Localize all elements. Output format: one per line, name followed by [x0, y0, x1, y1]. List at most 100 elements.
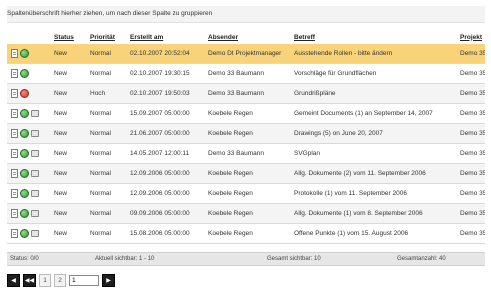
cell-priority: Normal: [87, 203, 127, 224]
cell-created: 12.09.2006 05:00:00: [127, 183, 205, 204]
row-icons-cell: [7, 203, 51, 224]
message-grid: Status Priorität Erstellt am Absender Be…: [7, 30, 485, 244]
grid-body: New Normal 02.10.2007 20:52:04 Demo Dt Proj…: [7, 44, 485, 244]
pager: ◀ ◀◀ 1 2 ▶: [7, 273, 115, 287]
ok-status-icon: [20, 229, 29, 238]
cell-project: Demo 35: [457, 143, 485, 164]
cell-created: 14.05.2007 12:00:11: [127, 143, 205, 164]
table-row[interactable]: New Normal 12.09.2006 05:00:00 Koebele Rege…: [7, 163, 485, 184]
row-icons-cell: [7, 63, 51, 84]
table-row[interactable]: New Normal 02.10.2007 19:30:15 Demo 33 Baum…: [7, 63, 485, 84]
cell-subject: Offene Punkte (1) vom 15. August 2006: [291, 223, 457, 244]
table-row[interactable]: New Normal 12.09.2006 05:00:00 Koebele Rege…: [7, 183, 485, 204]
column-header-created[interactable]: Erstellt am: [127, 30, 205, 44]
cell-created: 09.09.2006 05:00:00: [127, 203, 205, 224]
cell-sender: Koebele Regen: [205, 183, 291, 204]
cell-sender: Koebele Regen: [205, 163, 291, 184]
table-row[interactable]: New Normal 02.10.2007 20:52:04 Demo Dt Proj…: [7, 44, 485, 64]
cell-priority: Normal: [87, 103, 127, 124]
row-icons-cell: [7, 223, 51, 244]
page-jump-input[interactable]: [69, 274, 99, 286]
document-icon[interactable]: [11, 89, 18, 98]
cell-status: New: [51, 44, 87, 64]
cell-priority: Normal: [87, 223, 127, 244]
table-row[interactable]: New Normal 14.05.2007 12:00:11 Demo 33 Baum…: [7, 143, 485, 164]
next-page-button[interactable]: ▶: [102, 273, 115, 287]
column-header-subject[interactable]: Betreff: [291, 30, 457, 44]
cell-priority: Normal: [87, 44, 127, 64]
document-icon[interactable]: [11, 169, 18, 178]
cell-created: 02.10.2007 19:30:15: [127, 63, 205, 84]
table-row[interactable]: New Hoch 02.10.2007 19:50:03 Demo 33 Bauman…: [7, 83, 485, 104]
document-icon[interactable]: [11, 209, 18, 218]
previous-page-button[interactable]: ◀◀: [23, 273, 36, 287]
attachment-icon[interactable]: [31, 190, 39, 197]
cell-created: 12.09.2006 05:00:00: [127, 163, 205, 184]
cell-sender: Koebele Regen: [205, 103, 291, 124]
attachment-icon[interactable]: [31, 230, 39, 237]
document-icon[interactable]: [11, 189, 18, 198]
cell-priority: Hoch: [87, 83, 127, 104]
cell-created: 15.09.2007 05:00:00: [127, 103, 205, 124]
ok-status-icon: [20, 69, 29, 78]
first-page-button[interactable]: ◀: [7, 273, 20, 287]
cell-status: New: [51, 63, 87, 84]
row-icons-cell: [7, 83, 51, 104]
cell-subject: Allg. Dokumente (1) vom 8. September 200…: [291, 203, 457, 224]
attachment-icon[interactable]: [31, 210, 39, 217]
cell-project: Demo 35: [457, 63, 485, 84]
page-number-1[interactable]: 1: [39, 273, 51, 287]
document-icon[interactable]: [11, 129, 18, 138]
header-row: Status Priorität Erstellt am Absender Be…: [7, 30, 485, 44]
table-row[interactable]: New Normal 09.09.2006 05:00:00 Koebele Rege…: [7, 203, 485, 224]
document-icon[interactable]: [11, 49, 18, 58]
column-header-status[interactable]: Status: [51, 30, 87, 44]
column-header-project[interactable]: Projekt: [457, 30, 485, 44]
visible-total: Gesamt sichtbar: 10: [267, 256, 321, 262]
group-hint-text: Spaltenüberschrift hierher ziehen, um na…: [7, 10, 213, 17]
cell-created: 21.06.2007 05:00:00: [127, 123, 205, 144]
group-by-drop-area[interactable]: Spaltenüberschrift hierher ziehen, um na…: [7, 6, 485, 23]
row-icons-cell: [7, 143, 51, 164]
cell-subject: Grundrißpläne: [291, 83, 457, 104]
page-number-2[interactable]: 2: [54, 273, 66, 287]
cell-status: New: [51, 203, 87, 224]
column-header-priority[interactable]: Priorität: [87, 30, 127, 44]
row-icons-cell: [7, 163, 51, 184]
ok-status-icon: [20, 209, 29, 218]
table-row[interactable]: New Normal 15.09.2007 05:00:00 Koebele Rege…: [7, 103, 485, 124]
table-row[interactable]: New Normal 15.08.2006 05:00:00 Koebele Rege…: [7, 223, 485, 244]
document-icon[interactable]: [11, 229, 18, 238]
cell-subject: Gemeint Documents (1) an September 14, 2…: [291, 103, 457, 124]
cell-status: New: [51, 223, 87, 244]
table-row[interactable]: New Normal 21.06.2007 05:00:00 Koebele Rege…: [7, 123, 485, 144]
cell-project: Demo 35: [457, 123, 485, 144]
cell-sender: Demo 33 Baumann: [205, 143, 291, 164]
attachment-icon[interactable]: [31, 150, 39, 157]
ok-status-icon: [20, 149, 29, 158]
cell-subject: Allg. Dokumente (2) vom 11. September 20…: [291, 163, 457, 184]
document-icon[interactable]: [11, 109, 18, 118]
attachment-icon[interactable]: [31, 170, 39, 177]
ok-status-icon: [20, 189, 29, 198]
cell-project: Demo 35: [457, 163, 485, 184]
attachment-icon[interactable]: [31, 130, 39, 137]
cell-subject: Drawings (5) on June 20, 2007: [291, 123, 457, 144]
cell-priority: Normal: [87, 63, 127, 84]
cell-subject: Vorschläge für Grundflächen: [291, 63, 457, 84]
status-bar: Status: 0/0 Aktuell sichtbar: 1 - 10 Ges…: [7, 252, 485, 266]
attachment-icon[interactable]: [31, 110, 39, 117]
cell-sender: Demo 33 Baumann: [205, 63, 291, 84]
total-count: Gesamtanzahl: 40: [397, 256, 446, 262]
document-icon[interactable]: [11, 69, 18, 78]
cell-sender: Koebele Regen: [205, 203, 291, 224]
inbox-window: Spaltenüberschrift hierher ziehen, um na…: [0, 0, 491, 295]
status-count: Status: 0/0: [10, 256, 39, 262]
column-header-sender[interactable]: Absender: [205, 30, 291, 44]
row-icons-cell: [7, 183, 51, 204]
document-icon[interactable]: [11, 149, 18, 158]
ok-status-icon: [20, 49, 29, 58]
cell-subject: SVGplan: [291, 143, 457, 164]
cell-project: Demo 35: [457, 183, 485, 204]
ok-status-icon: [20, 169, 29, 178]
